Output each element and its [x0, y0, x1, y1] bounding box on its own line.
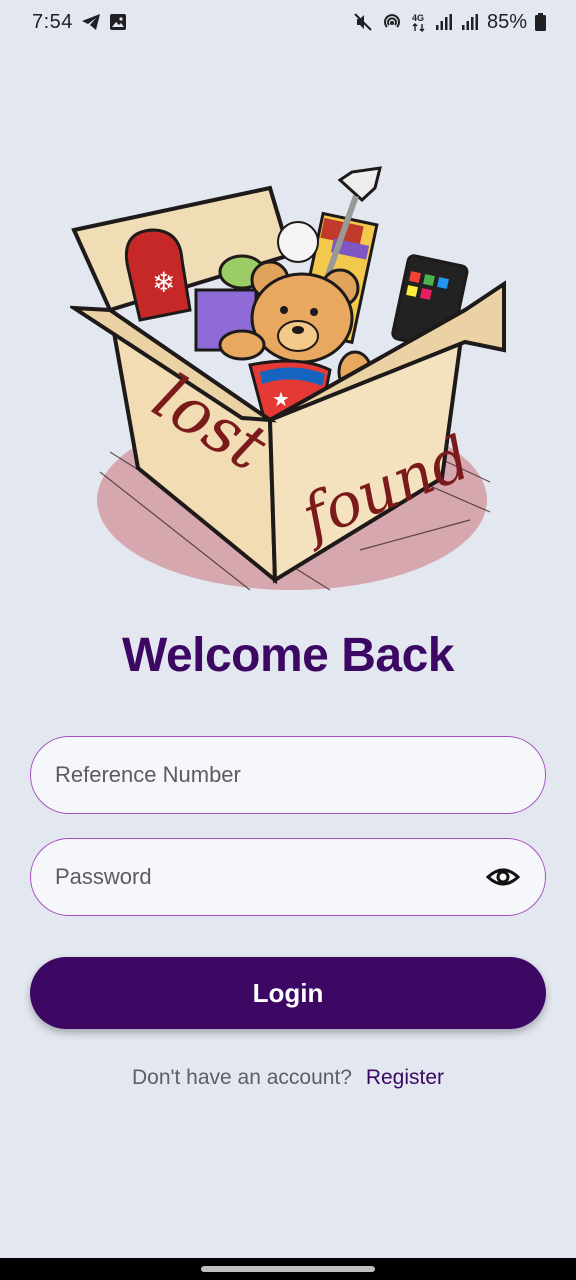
reference-number-input[interactable] [55, 762, 521, 788]
lost-found-illustration: ❄ ★ lost found [66, 160, 510, 600]
mute-icon [353, 12, 373, 32]
status-bar: 7:54 4G 85% [0, 0, 576, 44]
status-time: 7:54 [32, 10, 73, 33]
status-left: 7:54 [32, 11, 127, 34]
login-button[interactable]: Login [30, 957, 546, 1029]
svg-text:❄: ❄ [152, 266, 175, 299]
eye-icon [486, 865, 520, 889]
reference-number-field[interactable] [30, 736, 546, 814]
register-link[interactable]: Register [366, 1066, 444, 1089]
register-prompt: Don't have an account? [131, 1066, 352, 1089]
signal-icon [461, 13, 479, 31]
show-password-toggle[interactable] [485, 859, 521, 895]
home-gesture-handle[interactable] [201, 1266, 375, 1272]
register-row: Don't have an account? Register [0, 1066, 576, 1090]
password-input[interactable] [55, 864, 485, 890]
svg-text:4G: 4G [412, 13, 424, 23]
gallery-icon [109, 13, 127, 31]
signal-icon [435, 13, 453, 31]
battery-icon [535, 13, 546, 31]
4g-icon: 4G [411, 12, 427, 32]
battery-percent: 85% [486, 10, 527, 33]
password-field[interactable] [30, 838, 546, 916]
page-title: Welcome Back [122, 629, 454, 682]
system-nav-bar [0, 1258, 576, 1280]
telegram-icon [81, 13, 101, 31]
svg-text:★: ★ [272, 387, 290, 411]
status-right: 4G 85% [353, 11, 546, 34]
hotspot-icon [381, 12, 403, 32]
